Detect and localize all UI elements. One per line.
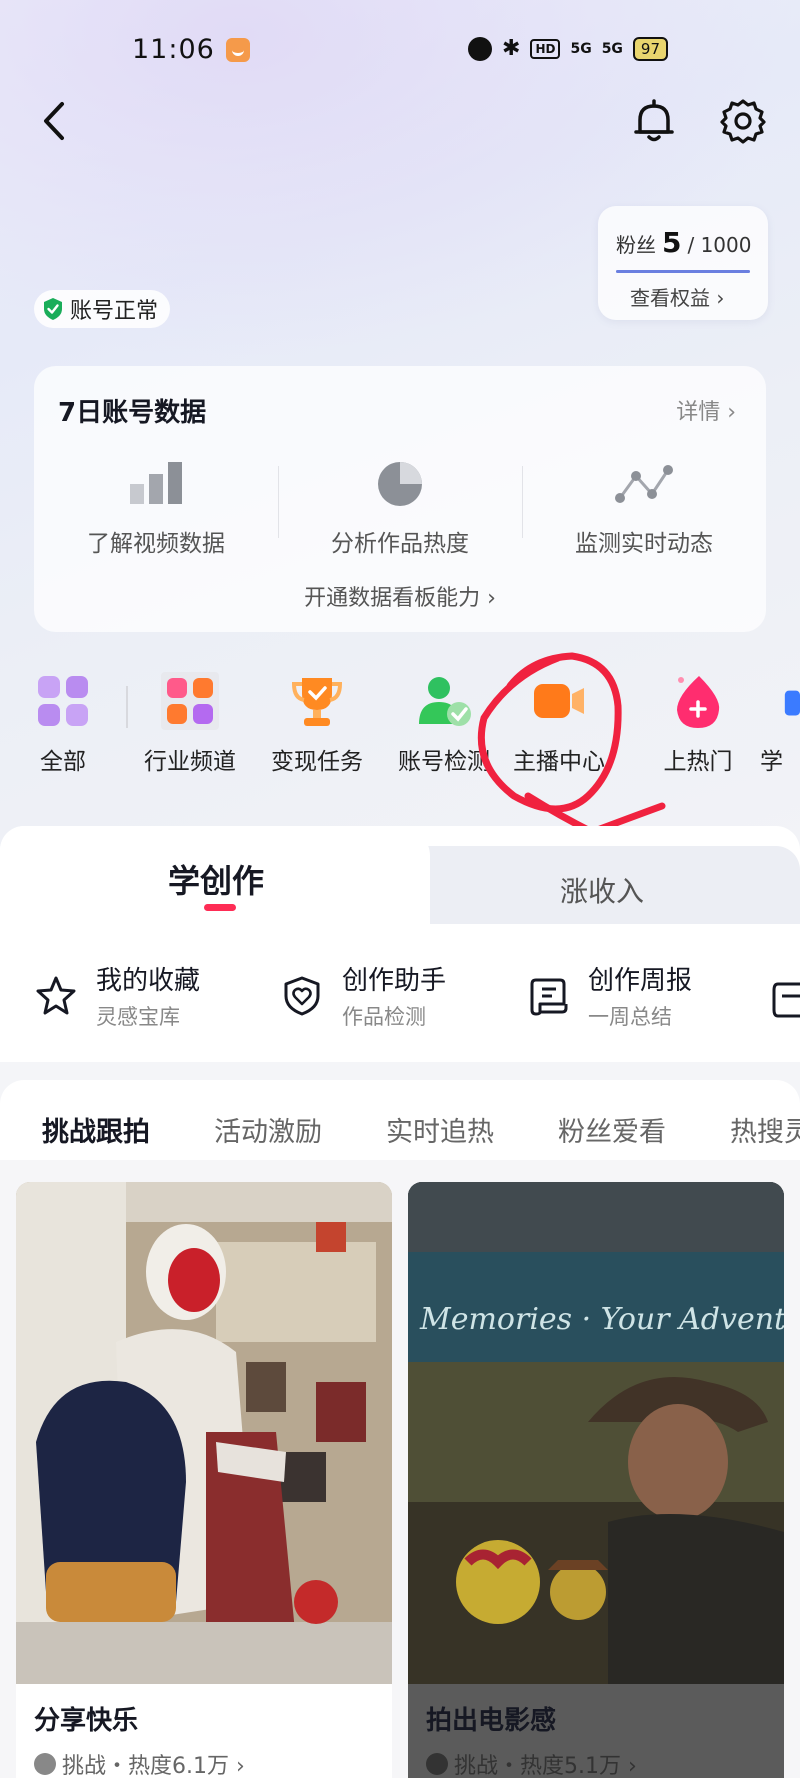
line-trend-icon: [615, 465, 673, 503]
bluetooth-icon: ✱: [502, 36, 521, 61]
fans-progress-bar: [616, 270, 750, 273]
feed-tab-trending[interactable]: 实时追热: [386, 1110, 494, 1149]
data-item-content-heat[interactable]: 分析作品热度: [278, 458, 522, 558]
tool-subtitle: 灵感宝库: [96, 1005, 180, 1029]
feed-card-meta-text: 挑战・热度6.1万 ›: [62, 1754, 245, 1778]
tool-title: 创作助手: [342, 966, 447, 996]
signal-icon-2: 5G: [601, 40, 623, 57]
feed-banner-text: Memories · Your Advent: [420, 1302, 784, 1337]
shortcut-row: 全部 行业频道 变现任务 账号检测 主播中心 上热门 学: [0, 672, 800, 792]
seven-day-data-card: 7日账号数据 详情 › 了解视频数据 分析作品热度 监测实时动态 开通数据看板能…: [34, 366, 766, 632]
enable-data-dashboard-link[interactable]: 开通数据看板能力 ›: [34, 580, 766, 612]
shortcut-monetize-tasks[interactable]: 变现任务: [254, 672, 380, 776]
pie-chart-icon: [378, 462, 422, 506]
data-item-video-data[interactable]: 了解视频数据: [34, 458, 278, 558]
tool-text: 创作周报 一周总结: [588, 960, 692, 1031]
fans-progress-fill: [616, 270, 750, 273]
tab-active-indicator: [204, 904, 236, 911]
tool-text: 我的收藏 灵感宝库: [96, 960, 200, 1031]
back-icon[interactable]: [36, 96, 76, 146]
tool-title: 我的收藏: [96, 966, 201, 996]
data-item-label: 了解视频数据: [87, 531, 225, 557]
hd-icon: HD: [530, 38, 561, 59]
status-time: 11:06: [132, 34, 215, 65]
feed-card-meta: 挑战・热度6.1万 ›: [34, 1748, 245, 1778]
shortcut-label: 上热门: [663, 749, 733, 775]
status-icons: ✱ HD 5G 5G 97: [468, 36, 669, 61]
tool-title: 创作周报: [588, 966, 693, 996]
feed-tab-fans-like[interactable]: 粉丝爱看: [558, 1110, 666, 1149]
feed-tab-challenge[interactable]: 挑战跟拍: [42, 1110, 150, 1149]
fans-row: 粉丝 5 / 1000: [616, 226, 751, 259]
account-status-badge: 账号正常: [34, 290, 171, 328]
shortcut-label: 学: [760, 749, 783, 775]
fans-label: 粉丝: [616, 233, 656, 257]
tab-learn-creation[interactable]: 学创作: [168, 856, 264, 902]
tab-grow-income[interactable]: 涨收入: [560, 870, 644, 910]
feed-card-movie-feel[interactable]: Memories · Your Advent 拍出电影感 挑战・热度5.1万 ›: [408, 1182, 784, 1778]
scroll-icon: [530, 978, 568, 1015]
flame-plus-icon: [677, 676, 720, 728]
view-benefits-link[interactable]: 查看权益 ›: [630, 282, 724, 311]
grid-squares-icon: [38, 676, 88, 726]
star-icon: [36, 976, 76, 1014]
fans-card[interactable]: 粉丝 5 / 1000 查看权益 ›: [598, 206, 768, 320]
shortcut-all[interactable]: 全部: [0, 672, 126, 776]
battery-icon: 97: [632, 36, 669, 61]
shortcut-label: 行业频道: [144, 749, 236, 775]
status-bar: 11:06 ✱ HD 5G 5G 97: [0, 0, 800, 100]
data-items: 了解视频数据 分析作品热度 监测实时动态: [34, 458, 766, 558]
tool-my-favorites[interactable]: 我的收藏 灵感宝库: [34, 960, 200, 1031]
user-check-icon: [419, 677, 471, 726]
gear-icon[interactable]: [720, 98, 766, 144]
feed-card-share-joy[interactable]: 分享快乐 挑战・热度6.1万 ›: [16, 1182, 392, 1778]
data-item-label: 分析作品热度: [331, 531, 469, 557]
tool-subtitle: 一周总结: [588, 1005, 672, 1029]
feed-thumbnail-spiderman: [16, 1182, 392, 1684]
more-tool-icon[interactable]: [772, 980, 800, 1020]
tool-weekly-report[interactable]: 创作周报 一周总结: [526, 960, 692, 1031]
feed-tab-bar: 挑战跟拍 活动激励 实时追热 粉丝爱看 热搜灵: [0, 1080, 800, 1170]
trophy-icon: [291, 678, 343, 726]
shortcut-label: 全部: [40, 749, 86, 775]
feed-card-title: 分享快乐: [34, 1706, 139, 1736]
shield-heart-icon: [284, 976, 320, 1015]
fans-total: / 1000: [687, 233, 752, 257]
alarm-icon: [468, 36, 492, 61]
feed-tab-events[interactable]: 活动激励: [214, 1110, 322, 1149]
shortcut-label: 变现任务: [271, 749, 363, 775]
learn-icon: [784, 690, 800, 716]
shield-check-icon: [44, 298, 62, 320]
notification-app-icon: [226, 38, 250, 62]
challenge-icon: [426, 1753, 448, 1775]
account-status-label: 账号正常: [70, 299, 159, 324]
feed-tab-hot-search[interactable]: 热搜灵: [730, 1110, 800, 1149]
fans-count: 5: [662, 226, 682, 259]
feed-card-title: 拍出电影感: [426, 1706, 557, 1736]
tool-creation-assistant[interactable]: 创作助手 作品检测: [280, 960, 446, 1031]
signal-icon: 5G: [570, 40, 592, 57]
shortcut-learn[interactable]: 学: [760, 672, 800, 776]
hand-drawn-circle-annotation: [477, 652, 666, 836]
data-item-label: 监测实时动态: [575, 531, 713, 557]
bell-icon[interactable]: [632, 98, 676, 144]
feed-card-meta: 挑战・热度5.1万 ›: [426, 1748, 637, 1778]
tool-subtitle: 作品检测: [342, 1005, 426, 1029]
feed-card-meta-text: 挑战・热度5.1万 ›: [454, 1754, 637, 1778]
creation-tools: 我的收藏 灵感宝库 创作助手 作品检测 创作周报 一周总结: [0, 960, 800, 1040]
bar-chart-icon: [130, 462, 182, 504]
data-item-realtime[interactable]: 监测实时动态: [522, 458, 766, 558]
challenge-icon: [34, 1753, 56, 1775]
data-details-link[interactable]: 详情 ›: [676, 394, 736, 426]
shortcut-industry-channel[interactable]: 行业频道: [127, 672, 253, 776]
data-card-title: 7日账号数据: [58, 398, 207, 428]
tool-text: 创作助手 作品检测: [342, 960, 446, 1031]
industry-channel-icon: [161, 672, 219, 730]
